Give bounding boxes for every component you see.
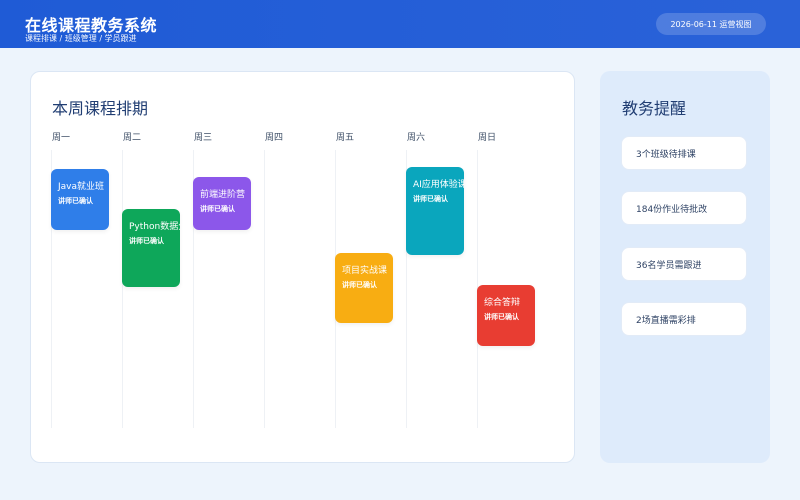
day-column-divider	[264, 150, 265, 428]
reminder-item[interactable]: 184份作业待批改	[621, 191, 747, 225]
course-status: 讲师已确认	[342, 281, 377, 289]
day-label-fri: 周五	[336, 133, 355, 143]
course-status: 讲师已确认	[58, 197, 93, 205]
course-card-java[interactable]: Java就业班 讲师已确认	[51, 169, 109, 230]
course-card-defense[interactable]: 综合答辩 讲师已确认	[477, 285, 535, 346]
breadcrumb[interactable]: 课程排课 / 班级管理 / 学员跟进	[25, 33, 137, 44]
reminder-title: 教务提醒	[622, 99, 687, 118]
course-status: 讲师已确认	[200, 205, 235, 213]
day-label-thu: 周四	[265, 133, 284, 143]
schedule-title: 本周课程排期	[52, 99, 149, 118]
day-label-mon: 周一	[52, 133, 71, 143]
course-name: AI应用体验课	[413, 180, 464, 190]
reminder-item[interactable]: 36名学员需跟进	[621, 247, 747, 281]
course-name: 项目实战课	[342, 266, 388, 276]
course-card-ai[interactable]: AI应用体验课 讲师已确认	[406, 167, 464, 255]
day-label-tue: 周二	[123, 133, 142, 143]
day-label-sun: 周日	[478, 133, 497, 143]
course-status: 讲师已确认	[484, 313, 519, 321]
course-card-project[interactable]: 项目实战课 讲师已确认	[335, 253, 393, 323]
course-name: Java就业班	[58, 182, 105, 192]
course-status: 讲师已确认	[129, 237, 164, 245]
course-name: 前端进阶营	[200, 190, 246, 200]
day-label-sat: 周六	[407, 133, 426, 143]
app-header: 在线课程教务系统 课程排课 / 班级管理 / 学员跟进 2026-06-11 运…	[0, 0, 800, 48]
course-name: Python数据分	[129, 222, 180, 232]
course-card-frontend[interactable]: 前端进阶营 讲师已确认	[193, 177, 251, 230]
day-column-divider	[122, 150, 123, 428]
course-card-python[interactable]: Python数据分 讲师已确认	[122, 209, 180, 287]
course-name: 综合答辩	[484, 298, 521, 308]
day-label-wed: 周三	[194, 133, 213, 143]
date-view-badge[interactable]: 2026-06-11 运营视图	[656, 13, 766, 35]
reminder-item[interactable]: 3个班级待排课	[621, 136, 747, 170]
course-status: 讲师已确认	[413, 195, 448, 203]
reminder-item[interactable]: 2场直播需彩排	[621, 302, 747, 336]
